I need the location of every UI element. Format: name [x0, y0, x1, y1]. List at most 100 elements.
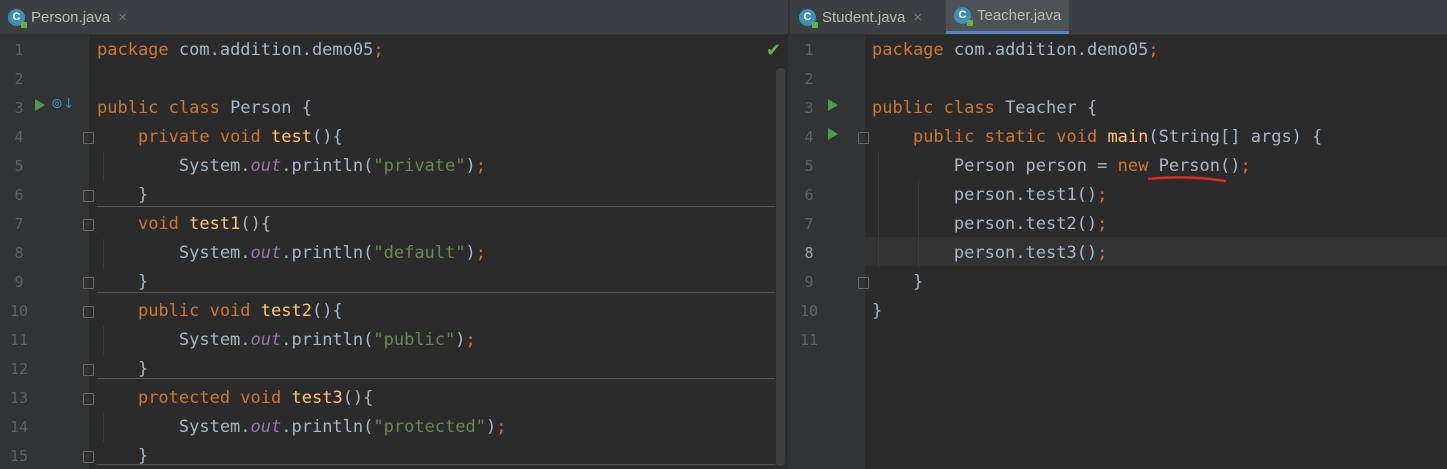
code-line[interactable]: private void test(){ [97, 123, 343, 152]
code-line[interactable]: } [872, 297, 882, 326]
line-number: 4 [804, 128, 814, 146]
code-token: } [97, 359, 149, 379]
code-token: public void [137, 301, 251, 321]
fold-marker-icon[interactable] [83, 190, 94, 202]
code-token: "private" [373, 156, 466, 176]
line-number: 8 [14, 244, 24, 262]
method-separator [97, 206, 775, 207]
run-gutter-icon[interactable] [828, 128, 838, 140]
close-icon[interactable]: × [118, 9, 127, 26]
close-icon[interactable]: × [913, 9, 922, 26]
run-gutter-icon[interactable] [35, 99, 45, 111]
code-token: ; [475, 156, 486, 176]
code-line[interactable]: void test1(){ [97, 210, 271, 239]
java-class-icon: C [954, 7, 973, 26]
tab-label: Student.java [822, 8, 906, 26]
code-token: ; [1240, 156, 1251, 176]
code-line[interactable]: public static void main(String[] args) { [872, 123, 1322, 152]
code-token: public static void [912, 127, 1098, 147]
code-line[interactable]: protected void test3(){ [97, 384, 373, 413]
code-line[interactable]: public class Person { [97, 94, 312, 123]
line-number: 14 [9, 418, 29, 436]
line-number: 9 [14, 273, 24, 291]
code-token: person.test3() [872, 243, 1098, 263]
code-line[interactable]: person.test3(); [872, 239, 1108, 268]
code-token: (){ [240, 214, 272, 234]
fold-marker-icon[interactable] [83, 277, 94, 289]
code-line[interactable]: System.out.println("default"); [97, 239, 486, 268]
code-token: test1 [189, 214, 241, 234]
code-line[interactable]: System.out.println("public"); [97, 326, 476, 355]
line-number: 6 [804, 186, 814, 204]
vertical-scrollbar[interactable] [776, 68, 785, 466]
fold-marker-icon[interactable] [858, 132, 869, 144]
code-line[interactable]: package com.addition.demo05; [872, 36, 1159, 65]
fold-marker-icon[interactable] [858, 277, 869, 289]
fold-marker-icon[interactable] [83, 306, 94, 318]
code-token: void [137, 214, 179, 234]
code-line[interactable]: } [872, 268, 923, 297]
run-gutter-icon[interactable] [828, 99, 838, 111]
code-token: System. [97, 156, 251, 176]
code-token: out [250, 156, 282, 176]
code-line[interactable]: public class Teacher { [872, 94, 1097, 123]
code-token: new [1117, 156, 1149, 176]
line-number: 3 [804, 99, 814, 117]
code-token: package [97, 40, 169, 60]
line-number: 12 [9, 360, 29, 378]
code-token: ; [1097, 243, 1108, 263]
tab-person-java[interactable]: C Person.java × [8, 0, 127, 34]
code-line[interactable]: package com.addition.demo05; [97, 36, 384, 65]
line-number: 5 [14, 157, 24, 175]
code-token: (){ [342, 388, 374, 408]
code-line[interactable]: System.out.println("protected"); [97, 413, 507, 442]
implemented-by-icon[interactable]: ⊚↓ [51, 96, 74, 112]
code-line[interactable]: System.out.println("private"); [97, 152, 486, 181]
method-separator [97, 464, 775, 465]
code-token: "protected" [373, 417, 486, 437]
fold-marker-icon[interactable] [83, 132, 94, 144]
fold-marker-icon[interactable] [83, 219, 94, 231]
code-token: System. [97, 417, 251, 437]
code-token: test [271, 127, 312, 147]
java-class-icon: C [799, 8, 818, 28]
code-token: Teacher { [994, 98, 1098, 118]
tab-label: Person.java [31, 8, 111, 26]
code-token: ; [1148, 40, 1159, 60]
code-token: } [872, 301, 883, 321]
line-number: 11 [799, 331, 819, 349]
code-line[interactable]: person.test2(); [872, 210, 1108, 239]
fold-marker-icon[interactable] [83, 451, 94, 463]
editor-pane-right: C Student.java × C Teacher.java 1 2 3 4 5 6 7 8… [790, 0, 1447, 469]
fold-marker-icon[interactable] [83, 364, 94, 376]
tab-student-java[interactable]: C Student.java × [799, 0, 922, 34]
code-line[interactable]: } [97, 355, 148, 384]
code-token: ; [373, 40, 384, 60]
code-line[interactable]: person.test1(); [872, 181, 1108, 210]
line-number: 9 [804, 273, 814, 291]
java-class-icon: C [8, 8, 27, 28]
code-line[interactable]: public void test2(){ [97, 297, 343, 326]
line-number: 10 [799, 302, 819, 320]
code-token: .println( [281, 156, 374, 176]
code-token: ) [485, 417, 497, 437]
code-token: main [1107, 127, 1149, 147]
code-token: person.test2() [872, 214, 1098, 234]
code-token: Person { [219, 98, 312, 118]
code-token: ; [475, 243, 486, 263]
fold-marker-icon[interactable] [83, 393, 94, 405]
tab-bar-left: C Person.java × [0, 0, 788, 35]
editor-pane-left: C Person.java × 1 2 3 4 5 6 7 8 9 10 11 12 13 14 15 pa… [0, 0, 788, 469]
code-token: com.addition.demo05 [943, 40, 1149, 60]
tab-teacher-java[interactable]: C Teacher.java [946, 0, 1070, 34]
method-separator [97, 292, 775, 293]
line-number: 3 [14, 99, 24, 117]
code-token: .println( [281, 243, 374, 263]
code-token: } [97, 272, 149, 292]
code-token: public class [97, 98, 220, 118]
